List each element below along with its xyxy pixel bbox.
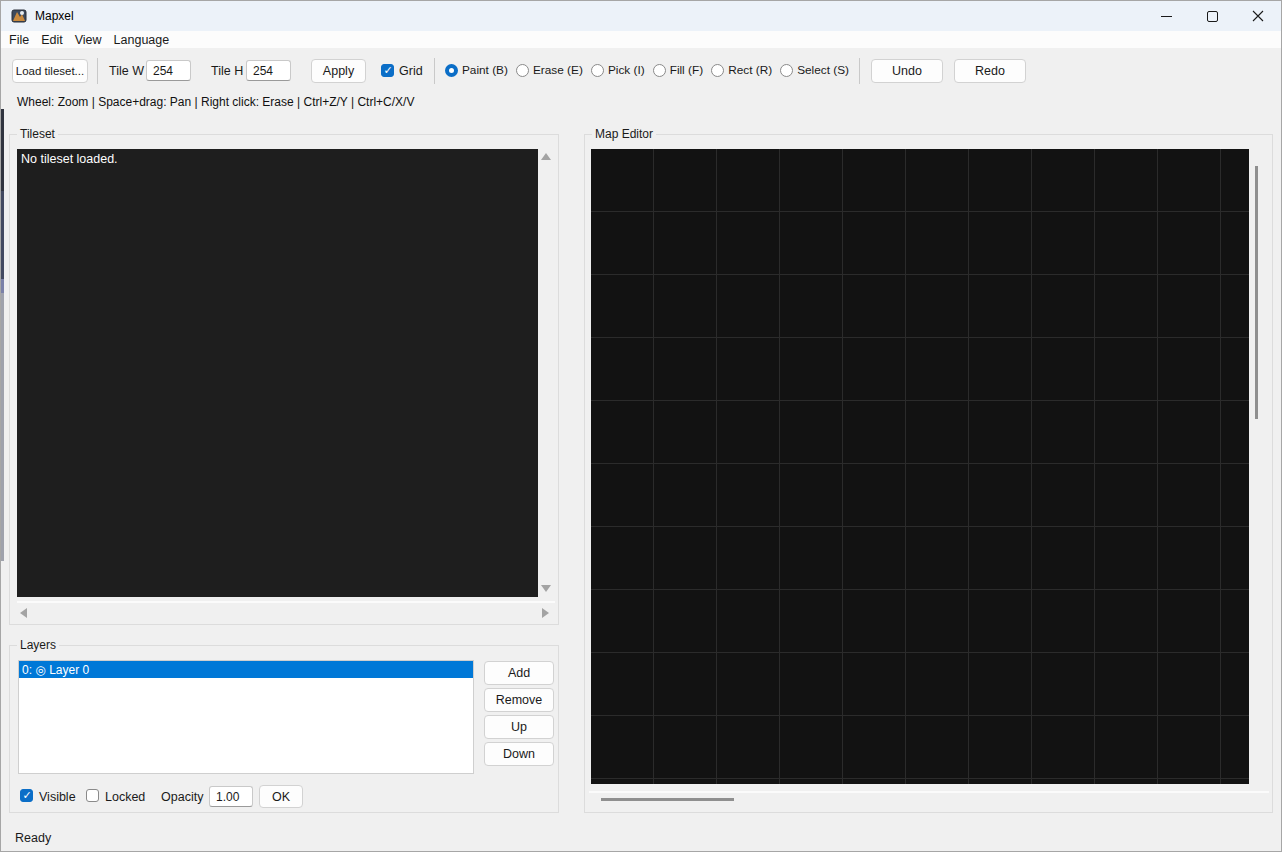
background-window-sliver [1, 109, 4, 191]
menu-edit[interactable]: Edit [35, 33, 69, 47]
map-editor-group-title: Map Editor [592, 127, 656, 141]
layer-down-button[interactable]: Down [484, 742, 554, 766]
layers-group-title: Layers [17, 638, 59, 652]
toolbar-separator-1 [97, 58, 98, 84]
undo-button[interactable]: Undo [871, 59, 943, 83]
redo-button[interactable]: Redo [954, 59, 1026, 83]
opacity-input[interactable]: 1.00 [209, 786, 253, 807]
tile-h-label: Tile H [211, 64, 243, 78]
tile-w-input[interactable]: 254 [146, 60, 191, 81]
status-bar-text: Ready [15, 831, 51, 845]
rect-radio-icon [711, 64, 724, 77]
app-window: Mapxel File Edit View Language Load tile… [0, 0, 1282, 852]
select-radio-icon [780, 64, 793, 77]
maximize-button[interactable] [1189, 1, 1235, 31]
tile-w-label: Tile W [109, 64, 144, 78]
menu-bar: File Edit View Language [1, 31, 1281, 48]
tool-paint[interactable]: Paint (B) [445, 63, 508, 77]
tileset-canvas[interactable]: No tileset loaded. [17, 149, 538, 597]
background-window-sliver [1, 293, 4, 561]
title-bar: Mapxel [1, 1, 1281, 31]
load-tileset-button[interactable]: Load tileset... [12, 59, 88, 83]
background-window-sliver [1, 279, 4, 293]
tileset-scroll-right-icon[interactable] [542, 608, 549, 618]
tool-erase[interactable]: Erase (E) [516, 63, 583, 77]
layer-remove-button[interactable]: Remove [484, 688, 554, 712]
layer-list[interactable]: 0: ◎ Layer 0 [18, 660, 474, 774]
close-icon [1252, 10, 1264, 22]
toolbar-separator-3 [859, 58, 860, 84]
tool-fill[interactable]: Fill (F) [653, 63, 703, 77]
close-button[interactable] [1235, 1, 1281, 31]
erase-radio-icon [516, 64, 529, 77]
paint-radio-icon [445, 64, 458, 77]
menu-file[interactable]: File [3, 33, 35, 47]
minimize-icon [1161, 16, 1172, 17]
locked-checkbox[interactable] [86, 789, 99, 802]
tool-pick[interactable]: Pick (I) [591, 63, 645, 77]
tileset-group-title: Tileset [17, 127, 58, 141]
opacity-ok-button[interactable]: OK [259, 785, 303, 808]
tile-h-input[interactable]: 254 [246, 60, 291, 81]
layer-add-button[interactable]: Add [484, 661, 554, 685]
opacity-label: Opacity [161, 790, 203, 804]
layer-up-button[interactable]: Up [484, 715, 554, 739]
tileset-scroll-up-icon[interactable] [541, 153, 551, 160]
map-hscroll-track [589, 791, 1269, 793]
grid-label: Grid [399, 64, 423, 78]
menu-language[interactable]: Language [108, 33, 176, 47]
window-controls [1143, 1, 1281, 31]
map-hscroll-thumb[interactable] [601, 798, 734, 801]
visible-checkbox[interactable] [20, 789, 33, 802]
background-window-sliver [1, 191, 4, 279]
fill-radio-icon [653, 64, 666, 77]
maximize-icon [1207, 11, 1218, 22]
minimize-button[interactable] [1143, 1, 1189, 31]
pick-radio-icon [591, 64, 604, 77]
tool-select[interactable]: Select (S) [780, 63, 849, 77]
map-vscroll-thumb[interactable] [1255, 166, 1258, 419]
tileset-scroll-left-icon[interactable] [20, 608, 27, 618]
apply-button[interactable]: Apply [311, 59, 366, 83]
layer-list-item[interactable]: 0: ◎ Layer 0 [19, 661, 473, 678]
help-text: Wheel: Zoom | Space+drag: Pan | Right cl… [17, 95, 414, 109]
toolbar-separator-2 [434, 58, 435, 84]
tileset-hscroll-track [17, 601, 555, 603]
tileset-scroll-down-icon[interactable] [541, 585, 551, 592]
tool-rect[interactable]: Rect (R) [711, 63, 772, 77]
grid-checkbox[interactable] [381, 64, 394, 77]
window-title: Mapxel [35, 9, 74, 23]
menu-view[interactable]: View [69, 33, 108, 47]
map-canvas[interactable] [591, 149, 1249, 784]
app-icon [11, 8, 27, 24]
locked-label: Locked [105, 790, 145, 804]
tool-radio-group: Paint (B) Erase (E) Pick (I) Fill (F) Re… [445, 63, 849, 77]
tileset-empty-text: No tileset loaded. [21, 152, 118, 166]
visible-label: Visible [39, 790, 76, 804]
